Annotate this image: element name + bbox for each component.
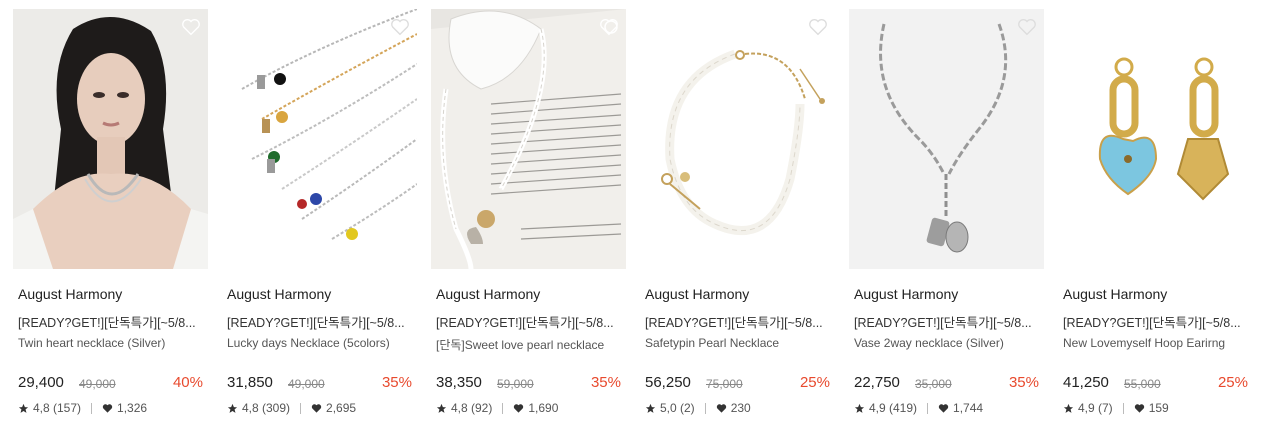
heart-filled-icon (938, 403, 949, 413)
sale-price: 38,350 (436, 374, 482, 391)
rating-text: 4,8 (157) (33, 401, 82, 415)
product-title[interactable]: [READY?GET!][단독특가][~5/8... (436, 312, 622, 331)
likes-count: 159 (1148, 401, 1169, 415)
discount-rate: 35% (590, 374, 621, 391)
product-stats: 4,9 (419) 1,744 (854, 401, 983, 415)
product-subtitle[interactable]: Twin heart necklace (Silver) (18, 336, 206, 350)
product-grid: August Harmony [READY?GET!][단독특가][~5/8..… (0, 0, 1262, 446)
pearl-necklace-on-book-image (431, 9, 626, 269)
rating-text: 5,0 (2) (660, 401, 695, 415)
brand-name[interactable]: August Harmony (227, 286, 331, 302)
product-stats: 4,8 (92) 1,690 (436, 401, 558, 415)
star-icon (854, 403, 865, 413)
star-icon (1063, 403, 1074, 413)
wishlist-heart-icon[interactable] (1016, 16, 1038, 38)
discount-rate: 35% (1008, 374, 1039, 391)
wishlist-heart-icon[interactable] (807, 16, 829, 38)
product-image[interactable] (222, 9, 417, 269)
divider (704, 402, 706, 414)
brand-name[interactable]: August Harmony (645, 286, 749, 302)
product-card[interactable]: August Harmony [READY?GET!][단독특가][~5/8..… (431, 9, 626, 429)
product-title[interactable]: [READY?GET!][단독특가][~5/8... (18, 312, 204, 331)
product-title[interactable]: [READY?GET!][단독특가][~5/8... (854, 312, 1040, 331)
product-card[interactable]: August Harmony [READY?GET!][단독특가][~5/8..… (13, 9, 208, 429)
rating-text: 4,9 (419) (869, 401, 918, 415)
product-stats: 4,9 (7) 159 (1063, 401, 1169, 415)
sale-price: 41,250 (1063, 374, 1109, 391)
original-price: 55,000 (1124, 377, 1161, 391)
discount-rate: 25% (1217, 374, 1248, 391)
product-stats: 4,8 (157) 1,326 (18, 401, 147, 415)
model-portrait-image (13, 9, 208, 269)
heart-filled-icon (102, 403, 113, 413)
original-price: 49,000 (288, 377, 325, 391)
rating-text: 4,8 (92) (451, 401, 493, 415)
product-subtitle[interactable]: Vase 2way necklace (Silver) (854, 336, 1042, 350)
product-image[interactable] (640, 9, 835, 269)
star-icon (227, 403, 238, 413)
sale-price: 29,400 (18, 374, 64, 391)
divider (502, 402, 504, 414)
discount-rate: 25% (799, 374, 830, 391)
product-title[interactable]: [READY?GET!][단독특가][~5/8... (1063, 312, 1249, 331)
sale-price: 22,750 (854, 374, 900, 391)
brand-name[interactable]: August Harmony (1063, 286, 1167, 302)
heart-filled-icon (311, 403, 322, 413)
product-card[interactable]: August Harmony [READY?GET!][단독특가][~5/8..… (222, 9, 417, 429)
star-icon (436, 403, 447, 413)
brand-name[interactable]: August Harmony (18, 286, 122, 302)
heart-filled-icon (1134, 403, 1144, 413)
charm-necklaces-image (222, 9, 417, 269)
likes-count: 230 (730, 401, 751, 415)
heart-hoop-earrings-image (1058, 9, 1253, 269)
product-image[interactable] (431, 9, 626, 269)
product-subtitle[interactable]: New Lovemyself Hoop Earirng (1063, 336, 1251, 350)
safetypin-pearl-image (640, 9, 835, 269)
original-price: 49,000 (79, 377, 116, 391)
product-subtitle[interactable]: Safetypin Pearl Necklace (645, 336, 833, 350)
wishlist-heart-icon[interactable] (389, 16, 411, 38)
product-subtitle[interactable]: [단독]Sweet love pearl necklace (436, 336, 624, 353)
sale-price: 56,250 (645, 374, 691, 391)
divider (91, 402, 93, 414)
likes-count: 1,744 (953, 401, 984, 415)
product-stats: 5,0 (2) 230 (645, 401, 751, 415)
product-card[interactable]: August Harmony [READY?GET!][단독특가][~5/8..… (1058, 9, 1253, 429)
original-price: 75,000 (706, 377, 743, 391)
rating-text: 4,8 (309) (242, 401, 291, 415)
product-title[interactable]: [READY?GET!][단독특가][~5/8... (227, 312, 413, 331)
product-subtitle[interactable]: Lucky days Necklace (5colors) (227, 336, 415, 350)
likes-count: 1,690 (528, 401, 559, 415)
divider (300, 402, 302, 414)
product-card[interactable]: August Harmony [READY?GET!][단독특가][~5/8..… (640, 9, 835, 429)
discount-rate: 35% (381, 374, 412, 391)
divider (1122, 402, 1124, 414)
brand-name[interactable]: August Harmony (854, 286, 958, 302)
sale-price: 31,850 (227, 374, 273, 391)
brand-name[interactable]: August Harmony (436, 286, 540, 302)
likes-count: 1,326 (117, 401, 148, 415)
heart-filled-icon (716, 403, 726, 413)
wishlist-heart-icon[interactable] (180, 16, 202, 38)
divider (927, 402, 929, 414)
star-icon (18, 403, 29, 413)
silver-chain-image (849, 9, 1044, 269)
product-image[interactable] (13, 9, 208, 269)
product-card[interactable]: August Harmony [READY?GET!][단독특가][~5/8..… (849, 9, 1044, 429)
product-title[interactable]: [READY?GET!][단독특가][~5/8... (645, 312, 831, 331)
product-image[interactable] (1058, 9, 1253, 269)
heart-filled-icon (514, 403, 524, 413)
original-price: 35,000 (915, 377, 952, 391)
likes-count: 2,695 (326, 401, 357, 415)
star-icon (645, 403, 656, 413)
discount-rate: 40% (172, 374, 203, 391)
rating-text: 4,9 (7) (1078, 401, 1113, 415)
wishlist-heart-icon[interactable] (598, 16, 620, 38)
product-image[interactable] (849, 9, 1044, 269)
original-price: 59,000 (497, 377, 534, 391)
product-stats: 4,8 (309) 2,695 (227, 401, 356, 415)
